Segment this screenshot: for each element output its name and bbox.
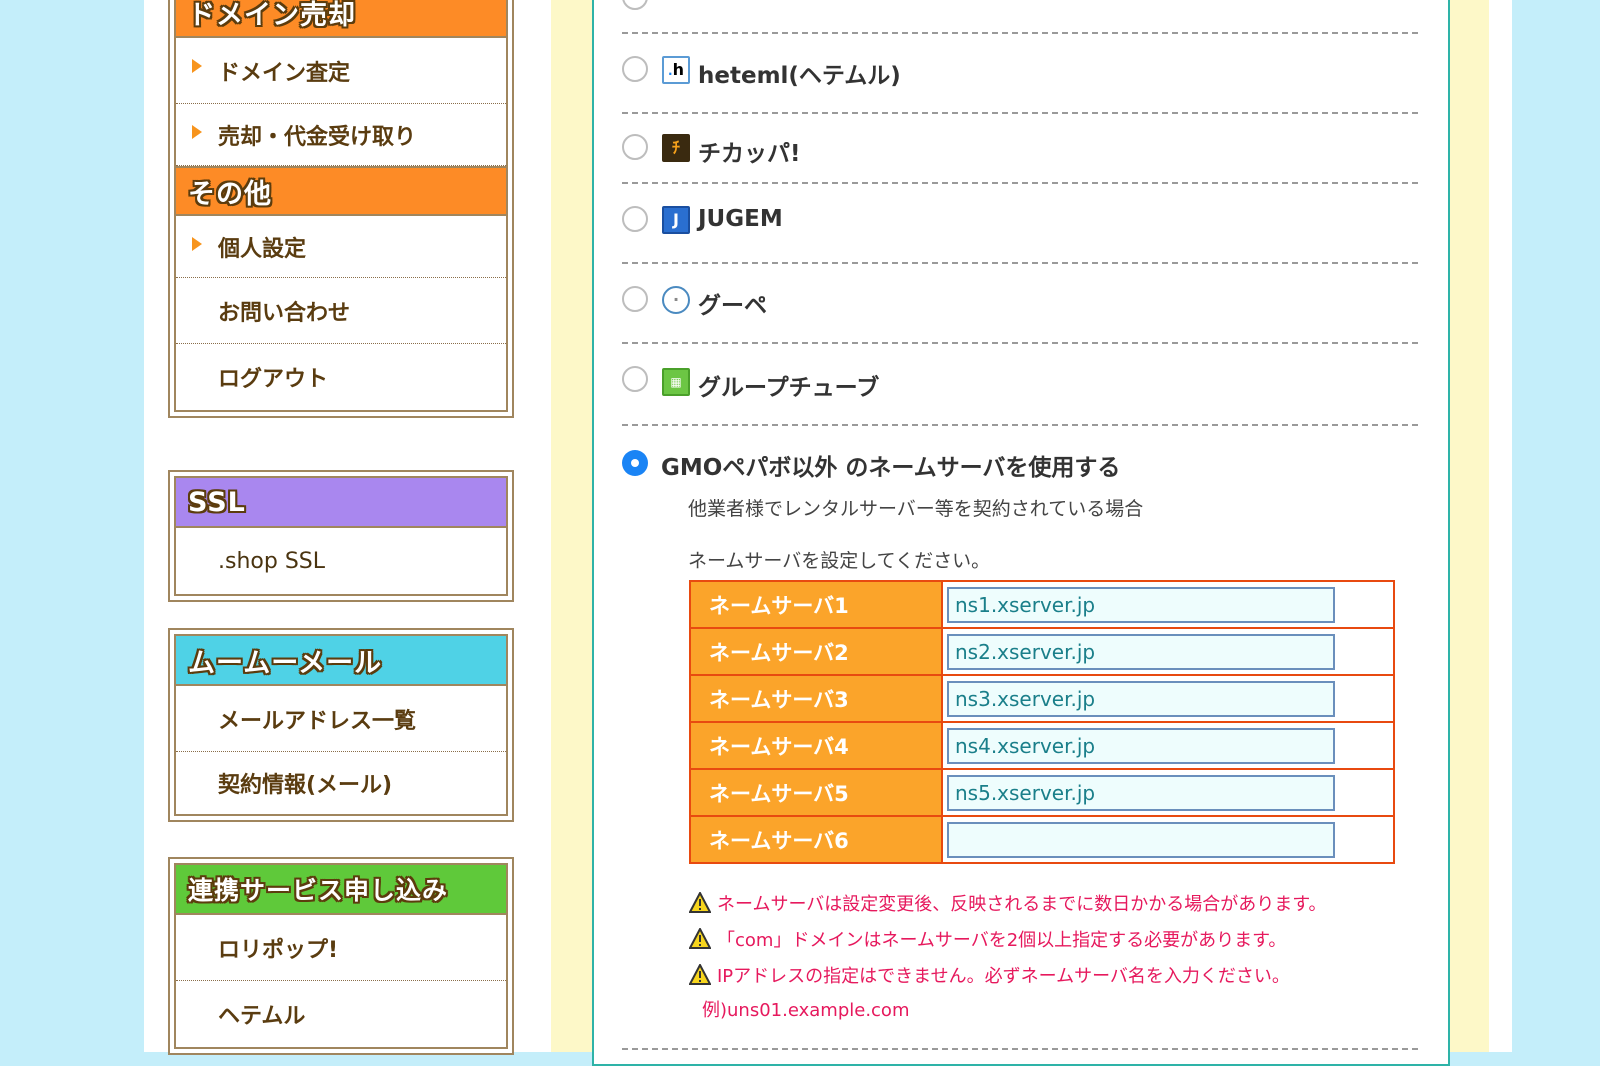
nameserver3-input[interactable]: [947, 680, 1335, 717]
warning-message: 「com」ドメインはネームサーバを2個以上指定する必要があります。: [689, 926, 1286, 952]
option-row-grouptube: ▦ グループチューブ: [622, 344, 1418, 426]
table-row: ネームサーバ5: [689, 768, 1395, 817]
sidebar-box-account: ドメイン売却 ドメイン査定 売却・代金受け取り その他 個人設定 お問い合わせ: [168, 0, 514, 418]
sidebar-item-sale-payment[interactable]: 売却・代金受け取り: [176, 104, 506, 166]
sidebar-item-label: ログアウト: [218, 367, 329, 392]
sidebar-item-domain-appraisal[interactable]: ドメイン査定: [176, 38, 506, 104]
sidebar-box-services: 連携サービス申し込み ロリポップ! ヘテムル: [168, 857, 514, 1055]
section-header-other: その他: [176, 166, 506, 216]
option-row-jugem: J JUGEM: [622, 184, 1418, 264]
table-row: ネームサーバ1: [689, 580, 1395, 629]
section-header-services: 連携サービス申し込み: [176, 865, 506, 915]
section-header-ssl: SSL: [176, 478, 506, 528]
nameserver-label: ネームサーバ1: [689, 580, 943, 629]
warning-icon: [689, 892, 711, 913]
table-row: ネームサーバ2: [689, 627, 1395, 676]
option-label: グーペ: [698, 293, 767, 319]
nameserver-label: ネームサーバ5: [689, 768, 943, 817]
warning-text: 「com」ドメインはネームサーバを2個以上指定する必要があります。: [717, 930, 1287, 951]
nameserver-settings-panel: .h heteml(ヘテムル) ﾁ チカッパ! J JUGEM · グーペ ▦ …: [592, 0, 1450, 1066]
option-note: 他業者様でレンタルサーバー等を契約されている場合: [688, 498, 1144, 520]
sidebar-item-mail-contract[interactable]: 契約情報(メール): [176, 752, 506, 814]
sidebar-item-lolipop[interactable]: ロリポップ!: [176, 915, 506, 981]
radio-button[interactable]: [622, 206, 648, 232]
nameserver2-input[interactable]: [947, 633, 1335, 670]
table-row: ネームサーバ3: [689, 674, 1395, 723]
option-row-heteml: .h heteml(ヘテムル): [622, 34, 1418, 114]
nameserver6-input[interactable]: [947, 821, 1335, 858]
sidebar-item-label: 契約情報(メール): [218, 773, 393, 798]
option-label: heteml(ヘテムル): [698, 63, 901, 89]
warning-icon: [689, 928, 711, 949]
option-row-cut: [622, 0, 1418, 34]
option-label: グループチューブ: [698, 375, 880, 401]
warning-icon: [689, 964, 711, 985]
nameserver-label: ネームサーバ3: [689, 674, 943, 723]
sidebar-item-contact[interactable]: お問い合わせ: [176, 278, 506, 344]
section-header-mumumail: ムームーメール: [176, 636, 506, 686]
nameserver4-input[interactable]: [947, 727, 1335, 764]
radio-button[interactable]: [622, 366, 648, 392]
sidebar-item-label: 個人設定: [218, 236, 307, 262]
table-row: ネームサーバ6: [689, 815, 1395, 864]
radio-button[interactable]: [622, 286, 648, 312]
arrow-icon: [192, 125, 202, 139]
nameserver-label: ネームサーバ6: [689, 815, 943, 864]
example-text: 例)uns01.example.com: [702, 1000, 910, 1021]
nameserver-label: ネームサーバ4: [689, 721, 943, 770]
sidebar-item-label: メールアドレス一覧: [218, 708, 417, 734]
nameserver1-input[interactable]: [947, 586, 1335, 623]
grouptube-logo-icon: ▦: [662, 368, 690, 396]
chicappa-logo-icon: ﾁ: [662, 134, 690, 162]
warning-message: IPアドレスの指定はできません。必ずネームサーバ名を入力ください。: [689, 962, 1290, 988]
radio-button[interactable]: [622, 0, 648, 10]
sidebar-item-heteml[interactable]: ヘテムル: [176, 981, 506, 1047]
sidebar-item-personal-settings[interactable]: 個人設定: [176, 216, 506, 278]
sidebar-box-mumumail: ムームーメール メールアドレス一覧 契約情報(メール): [168, 628, 514, 822]
option-label: GMOペパボ以外 のネームサーバを使用する: [661, 455, 1121, 481]
heteml-logo-icon: .h: [662, 56, 690, 84]
nameserver-label: ネームサーバ2: [689, 627, 943, 676]
sidebar-item-label: ロリポップ!: [218, 937, 339, 963]
nameserver-instruction: ネームサーバを設定してください。: [688, 550, 991, 572]
option-label: JUGEM: [698, 206, 783, 232]
option-row-other-nameserver: GMOペパボ以外 のネームサーバを使用する 他業者様でレンタルサーバー等を契約さ…: [622, 426, 1418, 1050]
radio-button-checked[interactable]: [622, 450, 648, 476]
option-row-chicappa: ﾁ チカッパ!: [622, 114, 1418, 184]
option-label: チカッパ!: [698, 141, 801, 167]
goope-logo-icon: ·: [662, 286, 690, 314]
warning-text: ネームサーバは設定変更後、反映されるまでに数日かかる場合があります。: [717, 894, 1327, 915]
nameserver-table: ネームサーバ1 ネームサーバ2 ネームサーバ3 ネームサーバ4 ネームサーバ5 …: [689, 580, 1395, 864]
table-row: ネームサーバ4: [689, 721, 1395, 770]
option-row-goope: · グーペ: [622, 264, 1418, 344]
sidebar-item-label: お問い合わせ: [218, 300, 351, 326]
radio-button[interactable]: [622, 134, 648, 160]
arrow-icon: [192, 237, 202, 251]
sidebar-item-label: 売却・代金受け取り: [218, 124, 417, 150]
sidebar-item-label: ドメイン査定: [218, 60, 351, 86]
nameserver5-input[interactable]: [947, 774, 1335, 811]
sidebar-item-mail-list[interactable]: メールアドレス一覧: [176, 686, 506, 752]
warning-message: ネームサーバは設定変更後、反映されるまでに数日かかる場合があります。: [689, 890, 1326, 916]
radio-button[interactable]: [622, 56, 648, 82]
jugem-logo-icon: J: [662, 206, 690, 234]
sidebar-item-label: ヘテムル: [218, 1004, 306, 1029]
sidebar-box-ssl: SSL .shop SSL: [168, 470, 514, 602]
section-header-domain-sale: ドメイン売却: [176, 0, 506, 38]
arrow-icon: [192, 59, 202, 73]
warning-text: IPアドレスの指定はできません。必ずネームサーバ名を入力ください。: [717, 966, 1290, 987]
sidebar-item-label: .shop SSL: [218, 548, 326, 574]
sidebar-item-shop-ssl[interactable]: .shop SSL: [176, 528, 506, 594]
sidebar-item-logout[interactable]: ログアウト: [176, 344, 506, 410]
